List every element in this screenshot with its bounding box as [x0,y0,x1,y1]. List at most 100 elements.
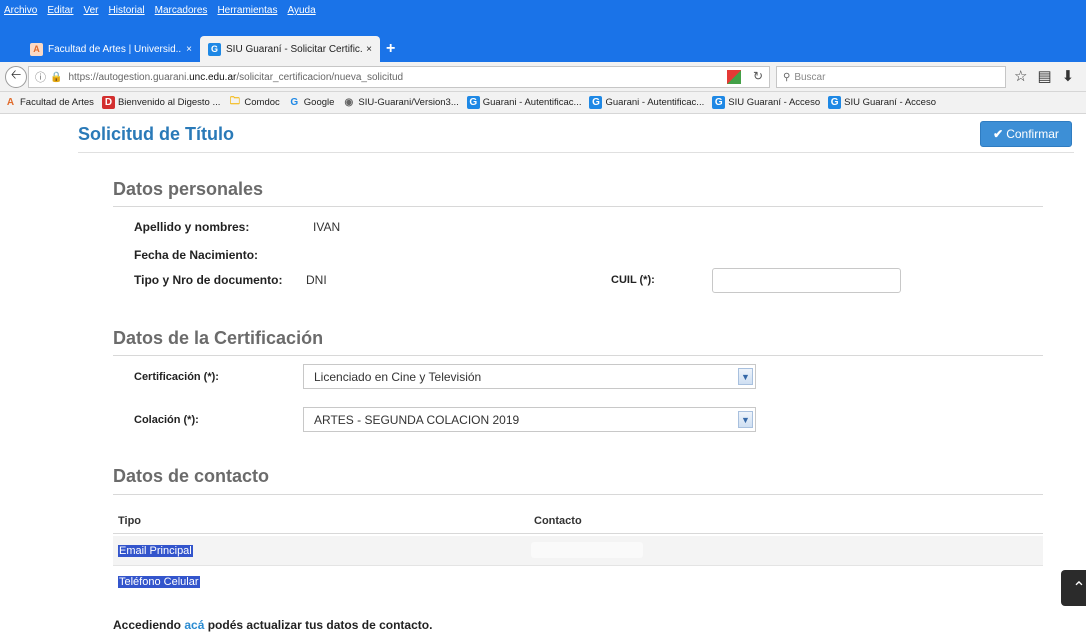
navigation-bar: 🡠 ⓘ 🔒 https://autogestion.guarani. unc.ed… [0,62,1086,92]
url-prefix: https://autogestion.guarani. [68,71,190,83]
colacion-label: Colación (*): [134,414,199,426]
document-value: DNI [306,273,327,287]
back-arrow-icon: 🡠 [10,67,22,82]
note-text: Accediendo [113,618,185,632]
new-tab-button[interactable]: + [386,40,395,58]
certification-select[interactable]: Licenciado en Cine y Televisión ▼ [303,364,756,389]
cuil-input[interactable] [712,268,901,293]
menu-archivo[interactable]: Archivo [4,5,37,16]
bookmark-label: Guarani - Autentificac... [482,97,582,108]
column-header-tipo: Tipo [118,515,142,527]
divider [78,152,1074,153]
reload-icon[interactable]: ↻ [753,69,763,83]
url-domain: unc.edu.ar [189,71,237,83]
section-personal-heading: Datos personales [113,179,264,199]
guarani-favicon: G [589,96,603,109]
cuil-label: CUIL (*): [611,274,655,286]
url-path: /solicitar_certificacion/nueva_solicitud [236,71,404,83]
search-placeholder: Buscar [794,71,826,83]
update-contact-link[interactable]: acá [184,618,204,632]
bookmark-item[interactable]: G SIU Guaraní - Acceso [828,96,936,109]
bookmark-item[interactable]: G SIU Guaraní - Acceso [712,96,820,109]
bookmark-star-icon[interactable]: ☆ [1014,67,1027,85]
download-icon[interactable]: ⬇ [1062,67,1075,85]
colacion-selected-value: ARTES - SEGUNDA COLACION 2019 [314,412,520,427]
close-icon[interactable]: × [186,44,192,55]
tab-facultad[interactable]: A Facultad de Artes | Universid... × [22,36,200,62]
reading-list-icon[interactable]: ▤ [1037,67,1051,85]
bookmark-item[interactable]: G Guarani - Autentificac... [589,96,704,109]
menu-ver[interactable]: Ver [83,5,98,16]
certification-label: Certificación (*): [134,371,219,383]
menu-ayuda[interactable]: Ayuda [287,5,315,16]
guarani-favicon: G [466,96,480,109]
facultad-favicon: A [6,97,15,108]
folder-icon: 🗀 [229,96,240,107]
search-input[interactable]: ⚲ Buscar [776,66,1006,88]
bookmark-label: Google [303,97,335,108]
divider [113,355,1043,356]
bookmark-item[interactable]: G Guarani - Autentificac... [466,96,582,109]
divider [113,206,1043,207]
menu-historial[interactable]: Historial [109,5,145,16]
chevron-up-icon: ⌃ [1072,580,1086,597]
scroll-to-top-button[interactable]: ⌃ [1061,570,1086,606]
bookmark-label: SIU Guaraní - Acceso [728,97,821,108]
menu-editar[interactable]: Editar [47,5,73,16]
table-row: Email Principal [113,536,1043,566]
document-label: Tipo y Nro de documento: [134,273,283,287]
bookmark-label: Guarani - Autentificac... [605,97,705,108]
menu-marcadores[interactable]: Marcadores [155,5,208,16]
bookmark-item[interactable]: ◉ SIU-Guarani/Version3... [342,96,459,109]
tab-bar: A Facultad de Artes | Universid... × G S… [0,30,1086,62]
digesto-favicon: D [101,96,115,109]
facultad-favicon: A [30,42,43,56]
search-icon: ⚲ [783,71,791,83]
section-contact-heading: Datos de contacto [113,466,270,486]
name-label: Apellido y nombres: [134,220,250,234]
menu-bar: Archivo Editar Ver Historial Marcadores … [0,0,1086,30]
url-bar[interactable]: ⓘ 🔒 https://autogestion.guarani. unc.edu.… [28,66,770,88]
bookmark-label: SIU Guaraní - Acceso [844,97,936,108]
bookmark-item[interactable]: G Google [288,96,335,109]
birth-label: Fecha de Nacimiento: [134,248,259,262]
page-title: Solicitud de Título [78,124,234,144]
bookmark-label: Bienvenido al Digesto ... [117,97,221,108]
contact-value-redacted [531,542,643,558]
contact-type: Teléfono Celular [118,576,200,588]
checkmark-icon: ✔ [993,127,1004,141]
section-certification-heading: Datos de la Certificación [113,328,324,348]
confirm-button[interactable]: ✔ Confirmar [980,121,1072,147]
bookmarks-bar: A Facultad de Artes D Bienvenido al Digest… [0,92,1086,114]
certification-selected-value: Licenciado en Cine y Televisión [314,369,482,384]
bookmark-item[interactable]: A Facultad de Artes [4,96,94,109]
google-favicon: G [290,97,299,108]
globe-icon: ◉ [344,97,354,108]
back-button[interactable]: 🡠 [5,66,27,88]
lock-icon: 🔒 [50,71,63,83]
tab-label: SIU Guaraní - Solicitar Certific... [226,43,363,55]
colacion-select[interactable]: ARTES - SEGUNDA COLACION 2019 ▼ [303,407,756,432]
guarani-favicon: G [712,96,726,109]
chevron-down-icon[interactable]: ▼ [738,368,753,385]
name-value: IVAN [313,220,341,234]
bookmark-item[interactable]: D Bienvenido al Digesto ... [101,96,221,109]
column-header-contacto: Contacto [534,515,582,527]
menu-herramientas[interactable]: Herramientas [217,5,277,16]
chevron-down-icon[interactable]: ▼ [738,411,753,428]
close-icon[interactable]: × [366,44,372,55]
bookmark-item[interactable]: 🗀 Comdoc [228,96,280,109]
tab-siu-guarani[interactable]: G SIU Guaraní - Solicitar Certific... × [200,36,380,62]
toolbar-icons: ☆ ▤ ⬇ [1014,67,1074,85]
bookmark-label: Comdoc [244,97,280,108]
contact-update-note: Accediendo acá podés actualizar tus dato… [113,618,432,632]
divider [113,533,1043,534]
bookmark-label: SIU-Guarani/Version3... [358,97,459,108]
divider [113,494,1043,495]
guarani-favicon: G [828,96,842,109]
info-icon[interactable]: ⓘ [35,69,46,85]
extension-icon[interactable] [727,70,741,84]
contact-type: Email Principal [118,545,193,557]
bookmark-label: Facultad de Artes [20,97,94,108]
confirm-label: Confirmar [1006,127,1059,141]
